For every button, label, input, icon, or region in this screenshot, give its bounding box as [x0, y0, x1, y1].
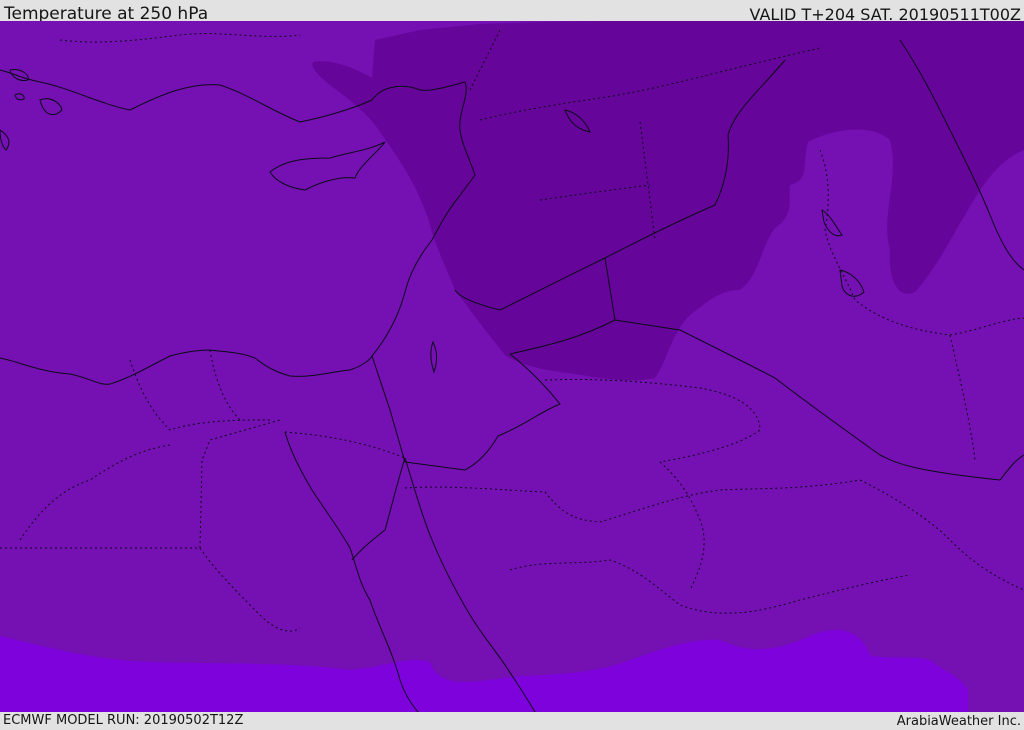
- model-run-label: ECMWF MODEL RUN: 20190502T12Z: [3, 713, 244, 728]
- footer-bar: ECMWF MODEL RUN: 20190502T12Z ArabiaWeat…: [0, 712, 1024, 729]
- header-bar: Temperature at 250 hPa VALID T+204 SAT. …: [0, 0, 1024, 24]
- temperature-map[interactable]: [0, 21, 1024, 712]
- credit-label: ArabiaWeather Inc.: [896, 714, 1021, 729]
